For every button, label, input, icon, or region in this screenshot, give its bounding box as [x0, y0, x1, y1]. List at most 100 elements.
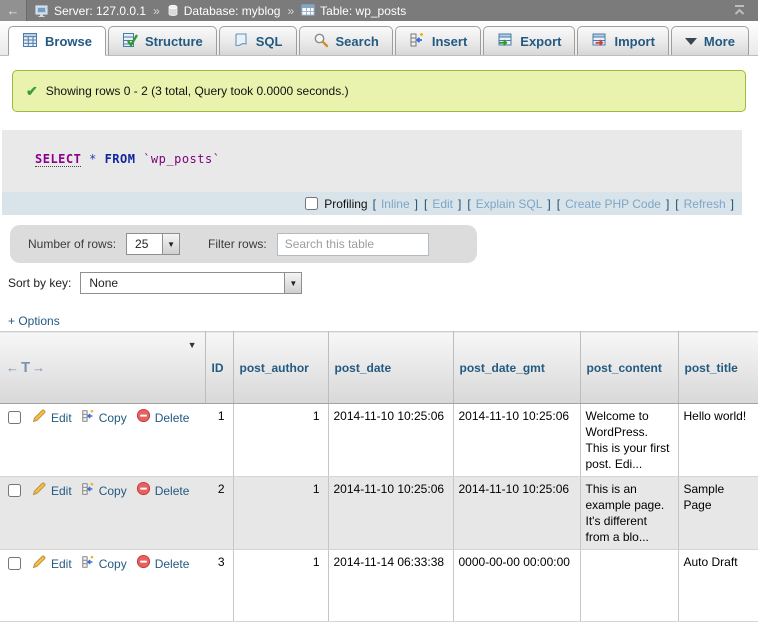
tab-label: More — [704, 34, 735, 49]
delete-button[interactable]: Delete — [136, 481, 190, 500]
column-header-post-author[interactable]: post_author — [233, 332, 328, 404]
copy-icon — [81, 555, 95, 573]
tab-insert[interactable]: Insert — [395, 26, 481, 55]
chevron-down-icon: ▼ — [284, 273, 301, 293]
tab-label: Browse — [45, 34, 92, 49]
query-toolbar: Profiling [Inline] [Edit] [Explain SQL] … — [2, 192, 742, 215]
row-checkbox[interactable] — [8, 484, 21, 497]
cell-post-content: Welcome to WordPress. This is your first… — [580, 404, 678, 477]
tab-export[interactable]: Export — [483, 26, 575, 55]
sort-options-caret[interactable]: ▼ — [188, 340, 197, 350]
bracket: ] — [731, 197, 734, 211]
pencil-icon — [32, 554, 47, 573]
column-header-post-content[interactable]: post_content — [580, 332, 678, 404]
sort-by-key-label: Sort by key: — [8, 276, 71, 290]
check-icon: ✔ — [26, 83, 38, 100]
copy-button[interactable]: Copy — [81, 409, 127, 427]
profiling-checkbox[interactable] — [305, 197, 318, 210]
create-php-code-link[interactable]: Create PHP Code — [565, 197, 661, 211]
tab-browse[interactable]: Browse — [8, 26, 106, 56]
breadcrumb-separator: » — [151, 4, 162, 18]
table-row: Edit Copy Delete 2 1 2014-11-10 10:25:06… — [0, 477, 758, 550]
edit-query-link[interactable]: Edit — [432, 197, 453, 211]
browse-icon — [22, 32, 38, 51]
row-checkbox[interactable] — [8, 411, 21, 424]
server-crumb[interactable]: Server: 127.0.0.1 — [54, 4, 146, 18]
sql-table-identifier: `wp_posts` — [143, 152, 220, 166]
sql-icon — [233, 32, 249, 51]
search-icon — [313, 32, 329, 51]
table-crumb[interactable]: Table: wp_posts — [320, 4, 406, 18]
message-text: Showing rows 0 - 2 (3 total, Query took … — [46, 84, 349, 98]
server-icon — [35, 4, 49, 18]
tab-label: Export — [520, 34, 561, 49]
filter-rows-label: Filter rows: — [208, 237, 267, 251]
number-of-rows-select[interactable]: 25 ▼ — [126, 233, 180, 255]
rows-options-bar: Number of rows: 25 ▼ Filter rows: — [10, 225, 477, 263]
sql-from-keyword: FROM — [105, 152, 136, 166]
column-header-id[interactable]: ID — [205, 332, 233, 404]
copy-button[interactable]: Copy — [81, 482, 127, 500]
delete-button[interactable]: Delete — [136, 554, 190, 573]
delete-button[interactable]: Delete — [136, 408, 190, 427]
bracket: ] — [458, 197, 461, 211]
scroll-top-icon[interactable] — [724, 4, 754, 17]
database-icon — [167, 4, 179, 17]
chevron-down-icon: ▼ — [162, 234, 179, 254]
import-icon — [591, 32, 607, 51]
sql-select-keyword[interactable]: SELECT — [35, 152, 81, 167]
actions-header: ←T→ ▼ — [0, 332, 205, 404]
bracket: ] — [547, 197, 550, 211]
results-table: ←T→ ▼ ID post_author post_date post_date… — [0, 331, 758, 622]
cell-post-title: Auto Draft — [678, 550, 758, 622]
bracket: [ — [373, 197, 376, 211]
cell-post-date: 2014-11-10 10:25:06 — [328, 404, 453, 477]
column-visibility-widget[interactable]: ←T→ — [6, 360, 47, 375]
column-header-post-title[interactable]: post_title — [678, 332, 758, 404]
cell-post-date: 2014-11-10 10:25:06 — [328, 477, 453, 550]
tab-import[interactable]: Import — [577, 26, 668, 55]
breadcrumb-separator: » — [285, 4, 296, 18]
row-checkbox[interactable] — [8, 557, 21, 570]
edit-button[interactable]: Edit — [32, 408, 72, 427]
column-header-post-date[interactable]: post_date — [328, 332, 453, 404]
pencil-icon — [32, 481, 47, 500]
cell-post-author: 1 — [233, 477, 328, 550]
number-of-rows-label: Number of rows: — [28, 237, 116, 251]
back-button[interactable]: ← — [0, 0, 27, 21]
tab-label: Search — [336, 34, 379, 49]
table-row: Edit Copy Delete 3 1 2014-11-14 06:33:38… — [0, 550, 758, 622]
cell-post-date-gmt: 0000-00-00 00:00:00 — [453, 550, 580, 622]
filter-input[interactable] — [277, 233, 429, 256]
tab-more[interactable]: More — [671, 26, 749, 55]
bracket: [ — [557, 197, 560, 211]
tab-sql[interactable]: SQL — [219, 26, 297, 55]
table-icon — [301, 4, 315, 17]
tab-label: SQL — [256, 34, 283, 49]
tab-search[interactable]: Search — [299, 26, 393, 55]
breadcrumb-bar: ← Server: 127.0.0.1 » Database: myblog »… — [0, 0, 758, 21]
column-header-post-date-gmt[interactable]: post_date_gmt — [453, 332, 580, 404]
delete-icon — [136, 554, 151, 573]
inline-link[interactable]: Inline — [381, 197, 410, 211]
refresh-link[interactable]: Refresh — [684, 197, 726, 211]
chevron-down-icon — [685, 38, 697, 45]
sort-by-key-select[interactable]: None ▼ — [80, 272, 302, 294]
edit-button[interactable]: Edit — [32, 554, 72, 573]
structure-icon — [122, 32, 138, 51]
copy-icon — [81, 409, 95, 427]
insert-icon — [409, 32, 425, 51]
copy-button[interactable]: Copy — [81, 555, 127, 573]
explain-sql-link[interactable]: Explain SQL — [476, 197, 543, 211]
options-toggle[interactable]: + Options — [8, 314, 60, 328]
cell-post-title: Hello world! — [678, 404, 758, 477]
delete-icon — [136, 481, 151, 500]
number-of-rows-value: 25 — [127, 234, 162, 254]
bracket: [ — [467, 197, 470, 211]
tab-structure[interactable]: Structure — [108, 26, 217, 55]
cell-post-author: 1 — [233, 550, 328, 622]
database-crumb[interactable]: Database: myblog — [184, 4, 281, 18]
edit-button[interactable]: Edit — [32, 481, 72, 500]
tab-label: Insert — [432, 34, 467, 49]
bracket: [ — [424, 197, 427, 211]
